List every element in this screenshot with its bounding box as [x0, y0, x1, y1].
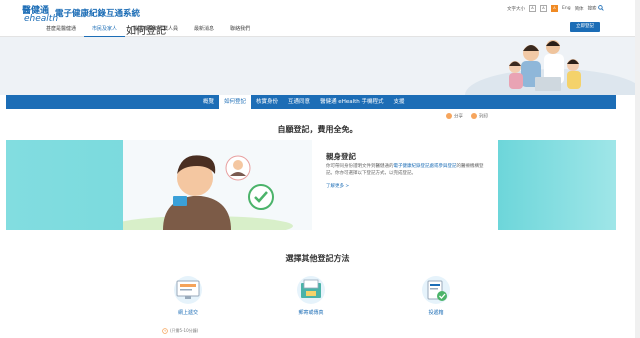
online-note-text: (只需5-10分鐘)	[170, 328, 199, 333]
nav-item-about[interactable]: 甚麼是醫健通	[38, 24, 84, 36]
card-body-1: 你可帶同身份證明文件到醫健通的	[326, 164, 394, 169]
search-label: 搜索	[587, 6, 597, 12]
person-with-card-illustration	[123, 140, 312, 230]
card-description: 你可帶同身份證明文件到醫健通的電子健康紀錄登記處或參與登記的醫療機構登記。你亦可…	[326, 164, 486, 177]
tab-mobile-app[interactable]: 醫健通 eHealth 手機程式	[315, 95, 388, 109]
mail-fax-option[interactable]: 郵寄或傳真	[281, 275, 341, 316]
card-title: 親身登記	[326, 152, 356, 161]
search-icon	[598, 5, 604, 11]
share-button[interactable]: 分享	[446, 113, 463, 120]
site-title: 電子健康紀錄互通系統	[55, 9, 141, 19]
online-time-note: (只需5-10分鐘)	[162, 328, 198, 334]
font-size-medium-button[interactable]: A	[540, 5, 547, 12]
font-size-small-button[interactable]: A	[529, 5, 536, 12]
print-button[interactable]: 列印	[471, 113, 488, 120]
clock-icon	[162, 328, 168, 334]
register-band-right	[498, 140, 616, 230]
scrollbar[interactable]	[635, 0, 640, 338]
font-size-large-button[interactable]: A	[551, 5, 558, 12]
print-icon	[471, 113, 477, 119]
drop-box-icon	[422, 276, 450, 304]
lang-sc-link[interactable]: 简体	[575, 6, 584, 12]
nav-item-citizens[interactable]: 市民及家人	[84, 24, 126, 37]
section-nav: 概覽 如何登記 核實身份 互通同意 醫健通 eHealth 手機程式 支援	[198, 95, 410, 109]
tab-how-to-register[interactable]: 如何登記	[219, 95, 252, 109]
nav-item-contact[interactable]: 聯絡我們	[222, 24, 258, 36]
share-label: 分享	[454, 114, 463, 120]
tagline: 自願登記，費用全免。	[277, 125, 358, 134]
register-now-button[interactable]: 立即登記	[570, 22, 600, 32]
tab-verify-identity[interactable]: 核實身份	[251, 95, 283, 109]
mail-fax-icon	[297, 276, 325, 304]
page-banner	[0, 37, 635, 95]
monitor-form-icon	[174, 276, 202, 304]
tab-support[interactable]: 支援	[389, 95, 410, 109]
nav-item-news[interactable]: 最新消息	[186, 24, 222, 36]
print-label: 列印	[479, 114, 488, 120]
drop-box-option[interactable]: 投遞箱	[406, 275, 466, 316]
share-icon	[446, 113, 452, 119]
tab-overview[interactable]: 概覽	[198, 95, 219, 109]
share-tools: 分享 列印	[446, 113, 488, 120]
registration-office-link[interactable]: 電子健康紀錄登記處或參與登記	[394, 164, 457, 169]
family-photo	[435, 37, 635, 95]
tab-sharing-consent[interactable]: 互通同意	[283, 95, 315, 109]
utility-bar: 文字大小 A A A Eng 简体 搜索	[507, 5, 604, 12]
learn-more-link[interactable]: 了解更多 >	[326, 183, 349, 189]
other-methods-title: 選擇其他登記方法	[285, 254, 350, 263]
method-label-dropbox: 投遞箱	[428, 310, 444, 316]
search-link[interactable]: 搜索	[588, 5, 604, 12]
method-label-online: 網上遞交	[177, 310, 198, 316]
page-title: 如何登記	[126, 26, 166, 37]
font-size-label: 文字大小	[507, 6, 525, 12]
lang-en-link[interactable]: Eng	[562, 6, 571, 11]
online-submit-option[interactable]: 網上遞交	[158, 275, 218, 316]
method-label-mail: 郵寄或傳真	[298, 310, 324, 316]
logo-text-bottom: ehealth	[24, 14, 59, 24]
